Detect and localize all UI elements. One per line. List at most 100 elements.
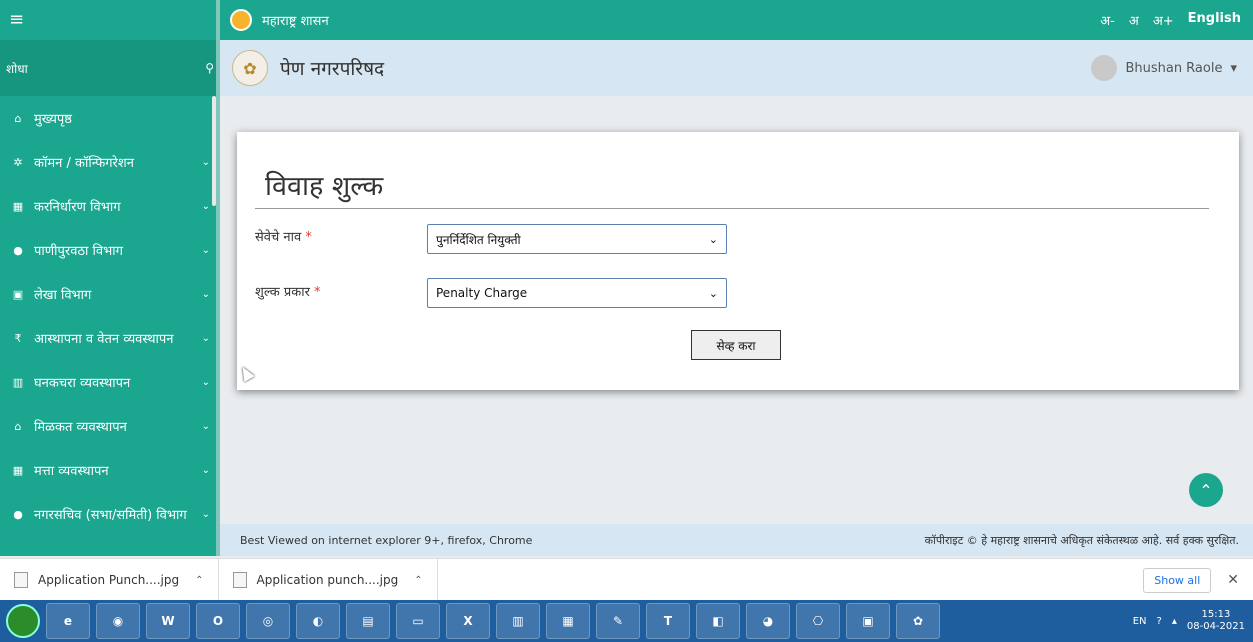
building-icon: ▦ xyxy=(12,199,24,213)
chrome-icon[interactable]: ◎ xyxy=(246,603,290,639)
marriage-fee-card: विवाह शुल्क सेवेचे नाव * पुनर्निर्देशित … xyxy=(237,132,1239,390)
sidebar-scrollbar[interactable] xyxy=(212,96,216,206)
font-size-tools: अ- अ अ+ English xyxy=(1100,11,1253,29)
service-name-select[interactable]: पुनर्निर्देशित नियुक्ती ⌄ xyxy=(427,224,727,254)
user-name: Bhushan Raole xyxy=(1125,60,1223,76)
chevron-up-icon[interactable]: ⌃ xyxy=(414,575,422,586)
app-icon[interactable]: ◧ xyxy=(696,603,740,639)
chevron-down-icon: ⌄ xyxy=(708,286,718,300)
gear-icon: ✲ xyxy=(13,155,23,169)
sidebar: ≡ शोधा ⚲ ⌂ मुख्यपृष्ठ ✲ कॉमन / कॉन्फिगरेशन ⌄… xyxy=(0,0,218,556)
windows-taskbar: e ◉ W O ◎ ◐ ▤ ▭ X ▥ ▦ ✎ T ◧ ◕ ⎔ ▣ ✿ EN ?… xyxy=(0,600,1253,642)
sidebar-item[interactable]: ✲ कॉमन / कॉन्फिगरेशन ⌄ xyxy=(0,140,218,184)
sidebar-item[interactable]: ▦ मत्ता व्यवस्थापन ⌄ xyxy=(0,448,218,492)
scroll-to-top-button[interactable]: ⌃ xyxy=(1189,473,1223,507)
download-item[interactable]: Application Punch....jpg ⌃ xyxy=(0,559,219,601)
download-item[interactable]: Application punch....jpg ⌃ xyxy=(219,559,438,601)
chevron-down-icon: ⌄ xyxy=(201,464,210,476)
font-increase-button[interactable]: अ+ xyxy=(1153,11,1174,29)
fee-type-value: Penalty Charge xyxy=(436,286,528,300)
user-menu[interactable]: Bhushan Raole ▾ xyxy=(1091,55,1253,81)
sidebar-item[interactable]: ▥ घनकचरा व्यवस्थापन ⌄ xyxy=(0,360,218,404)
clock[interactable]: 15:13 08-04-2021 xyxy=(1187,609,1245,633)
fee-type-label-text: शुल्क प्रकार xyxy=(255,285,310,300)
chevron-down-icon: ⌄ xyxy=(201,332,210,344)
required-mark: * xyxy=(314,285,321,300)
sidebar-item[interactable]: ▦ करनिर्धारण विभाग ⌄ xyxy=(0,184,218,228)
show-all-button[interactable]: Show all xyxy=(1143,567,1212,593)
govt-title: महाराष्ट्र शासन xyxy=(262,14,329,29)
fee-type-label: शुल्क प्रकार * xyxy=(255,282,321,300)
sidebar-item-label: करनिर्धारण विभाग xyxy=(34,200,121,215)
chevron-down-icon: ⌄ xyxy=(201,508,210,520)
sidebar-item[interactable]: ▣ लेखा विभाग ⌄ xyxy=(0,272,218,316)
image-file-icon xyxy=(232,572,247,588)
sidebar-search[interactable]: शोधा ⚲ xyxy=(0,40,218,96)
sidebar-menu: ⌂ मुख्यपृष्ठ ✲ कॉमन / कॉन्फिगरेशन ⌄ ▦ करनिर्धा… xyxy=(0,96,218,536)
clock-time: 15:13 xyxy=(1201,609,1231,620)
home-icon: ⌂ xyxy=(14,419,22,433)
service-name-label-text: सेवेचे नाव xyxy=(255,230,302,245)
firefox-icon[interactable]: ◐ xyxy=(296,603,340,639)
tray-arrow-icon[interactable]: ▴ xyxy=(1172,616,1177,627)
sidebar-item[interactable]: ₹ आस्थापना व वेतन व्यवस्थापन ⌄ xyxy=(0,316,218,360)
rupee-icon: ₹ xyxy=(14,331,22,345)
close-icon[interactable]: ✕ xyxy=(1227,572,1239,588)
sidebar-item-label: पाणीपुरवठा विभाग xyxy=(34,244,123,259)
fee-type-select[interactable]: Penalty Charge ⌄ xyxy=(427,278,727,308)
excel-icon[interactable]: X xyxy=(446,603,490,639)
help-icon[interactable]: ? xyxy=(1157,616,1162,627)
winrar-icon[interactable]: ▤ xyxy=(346,603,390,639)
sidebar-item[interactable]: ⌂ मिळकत व्यवस्थापन ⌄ xyxy=(0,404,218,448)
chart-app-icon[interactable]: ▥ xyxy=(496,603,540,639)
teams-icon[interactable]: T xyxy=(646,603,690,639)
user-icon: ● xyxy=(13,507,23,521)
building-icon: ▦ xyxy=(12,463,24,477)
service-name-value: पुनर्निर्देशित नियुक्ती xyxy=(436,232,521,247)
start-button[interactable] xyxy=(6,604,40,638)
sidebar-item-label: घनकचरा व्यवस्थापन xyxy=(34,376,131,391)
search-icon[interactable]: ⚲ xyxy=(205,61,214,75)
sidebar-item-label: मत्ता व्यवस्थापन xyxy=(34,464,109,479)
sidebar-item[interactable]: ● पाणीपुरवठा विभाग ⌄ xyxy=(0,228,218,272)
image-viewer-icon[interactable]: ▦ xyxy=(546,603,590,639)
system-tray: EN ? ▴ 15:13 08-04-2021 xyxy=(1133,609,1253,633)
paint-palette-icon[interactable]: ✿ xyxy=(896,603,940,639)
font-normal-button[interactable]: अ xyxy=(1129,11,1139,29)
font-decrease-button[interactable]: अ- xyxy=(1100,11,1115,29)
explorer-icon[interactable]: ▭ xyxy=(396,603,440,639)
service-name-label: सेवेचे नाव * xyxy=(255,227,312,245)
app-icon[interactable]: ◕ xyxy=(746,603,790,639)
chevron-down-icon: ⌄ xyxy=(201,420,210,432)
language-english-link[interactable]: English xyxy=(1188,11,1241,29)
copyright-text: कॉपीराइट © हे महाराष्ट्र शासनाचे अधिकृत … xyxy=(924,533,1239,547)
sidebar-item-label: नगरसचिव (सभा/समिती) विभाग xyxy=(34,508,187,523)
save-button[interactable]: सेव्ह करा xyxy=(691,330,781,360)
chevron-up-icon[interactable]: ⌃ xyxy=(195,575,203,586)
network-app-icon[interactable]: ⎔ xyxy=(796,603,840,639)
avatar xyxy=(1091,55,1118,81)
word-icon[interactable]: W xyxy=(146,603,190,639)
download-bar: Application Punch....jpg ⌃ Application p… xyxy=(0,558,1253,601)
sidebar-top: ≡ xyxy=(0,0,218,40)
language-indicator[interactable]: EN xyxy=(1133,616,1147,627)
image-file-icon xyxy=(14,572,28,588)
page-footer: Best Viewed on internet explorer 9+, fir… xyxy=(220,524,1253,556)
sidebar-item[interactable]: ⌂ मुख्यपृष्ठ xyxy=(0,96,218,140)
download-filename: Application Punch....jpg xyxy=(38,573,180,587)
outlook-icon[interactable]: O xyxy=(196,603,240,639)
title-divider xyxy=(255,208,1209,209)
chrome-alt-icon[interactable]: ◉ xyxy=(96,603,140,639)
hamburger-menu-icon[interactable]: ≡ xyxy=(9,11,24,29)
chevron-down-icon: ⌄ xyxy=(201,244,210,256)
sidebar-item[interactable]: ● नगरसचिव (सभा/समिती) विभाग ⌄ xyxy=(0,492,218,536)
chevron-down-icon: ⌄ xyxy=(201,376,210,388)
sidebar-item-label: लेखा विभाग xyxy=(34,288,92,303)
clock-date: 08-04-2021 xyxy=(1186,621,1245,632)
home-icon: ⌂ xyxy=(14,111,22,125)
calculator-icon[interactable]: ▣ xyxy=(846,603,890,639)
org-name: पेण नगरपरिषद xyxy=(280,58,385,80)
paint-icon[interactable]: ✎ xyxy=(596,603,640,639)
ie-icon[interactable]: e xyxy=(46,603,90,639)
chevron-down-icon: ⌄ xyxy=(201,200,210,212)
